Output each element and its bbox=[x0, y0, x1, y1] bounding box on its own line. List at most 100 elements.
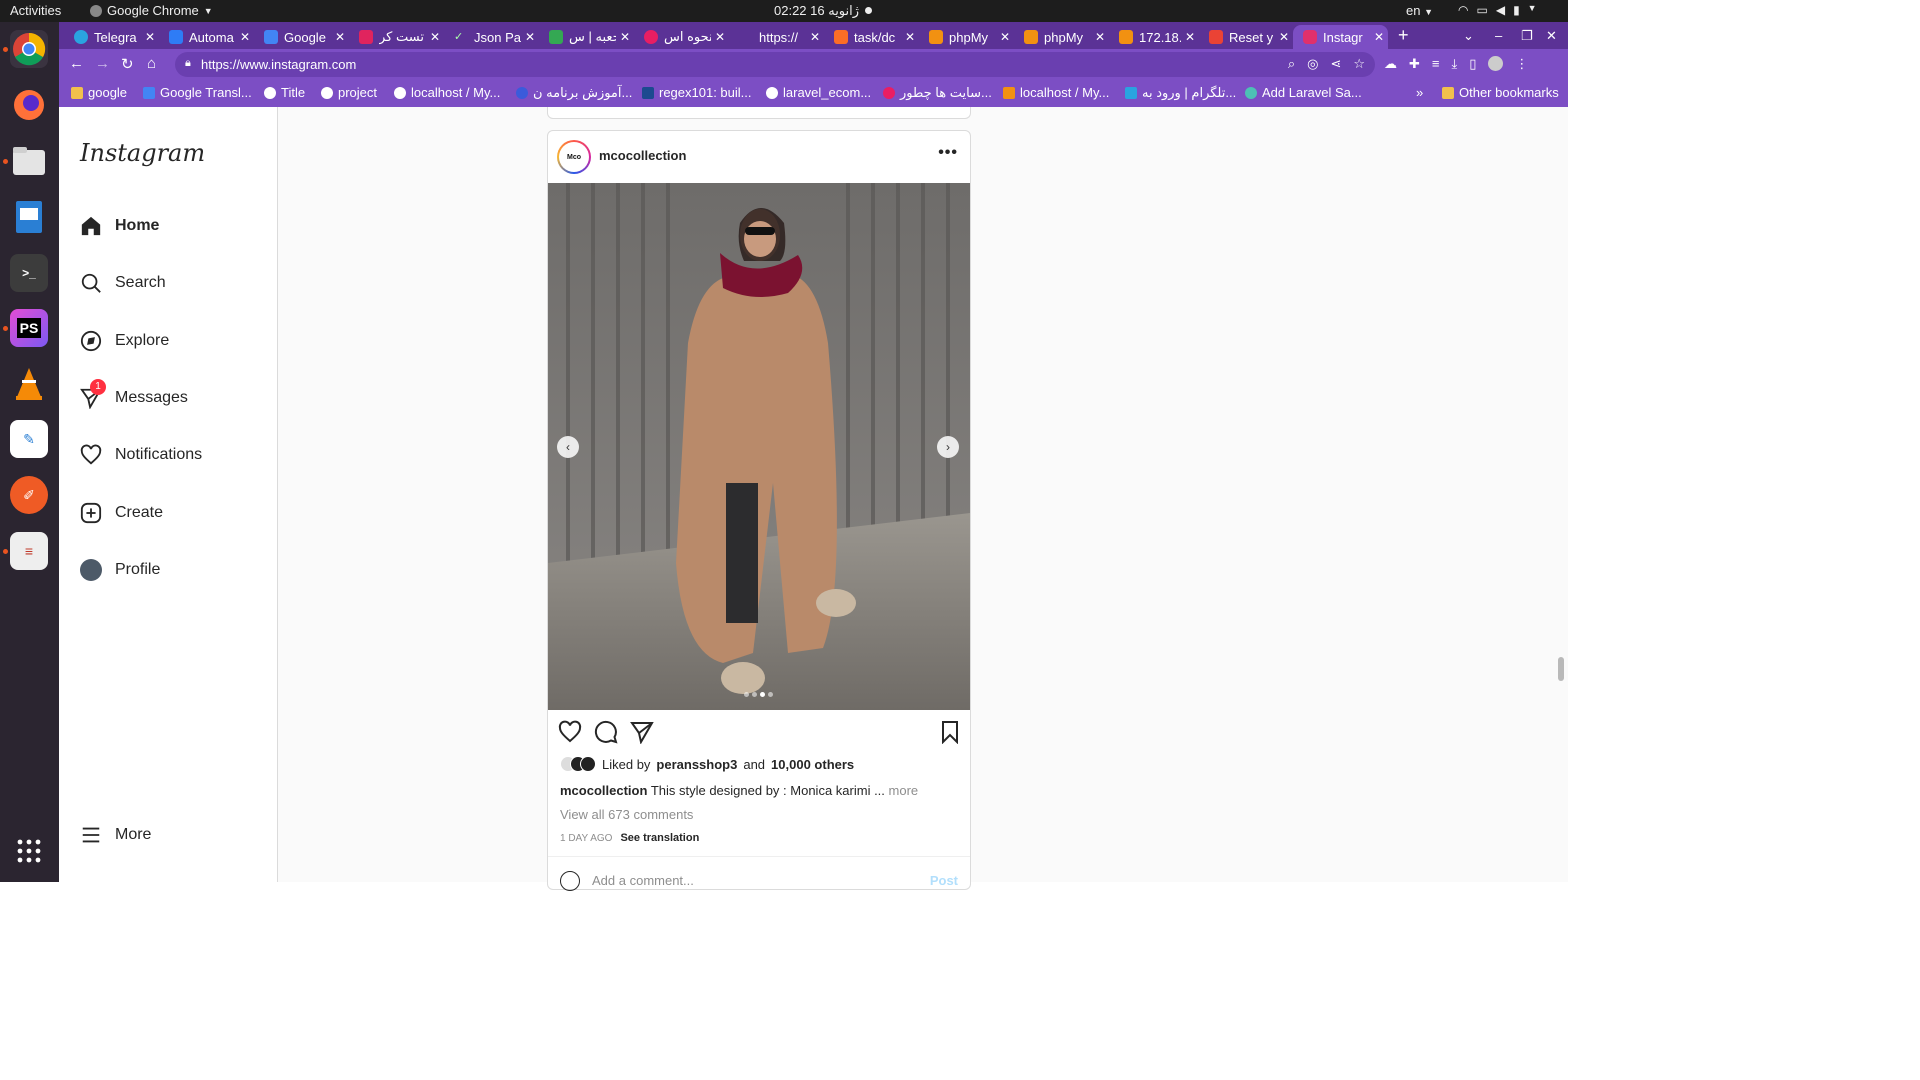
see-translation-link[interactable]: See translation bbox=[620, 832, 699, 844]
tab-phpmyadmin-2[interactable]: phpMy ✕ bbox=[1014, 25, 1109, 49]
bookmark-laravel-ecom[interactable]: laravel_ecom... bbox=[766, 85, 871, 100]
close-icon[interactable]: ✕ bbox=[1370, 30, 1388, 44]
firefox-dock-icon[interactable] bbox=[10, 86, 48, 124]
terminal-dock-icon[interactable]: >_ bbox=[10, 254, 48, 292]
tab-phpmyadmin-1[interactable]: phpMy ✕ bbox=[919, 25, 1014, 49]
bookmarks-overflow-icon[interactable]: » bbox=[1416, 85, 1423, 100]
bookmark-localhost-2[interactable]: localhost / My... bbox=[1003, 85, 1109, 100]
files-dock-icon[interactable] bbox=[10, 142, 48, 180]
carousel-next-icon[interactable]: › bbox=[937, 436, 959, 458]
tab-telegram[interactable]: Telegra ✕ bbox=[64, 25, 159, 49]
nav-home[interactable]: Home bbox=[80, 211, 159, 241]
lock-icon[interactable]: 🔒︎ bbox=[185, 57, 191, 70]
close-icon[interactable]: ✕ bbox=[1091, 30, 1109, 44]
close-icon[interactable]: ✕ bbox=[331, 30, 349, 44]
tab-box[interactable]: جعبه | س ✕ bbox=[539, 25, 634, 49]
minimize-icon[interactable]: ‒ bbox=[1495, 28, 1502, 43]
close-icon[interactable]: ✕ bbox=[141, 30, 159, 44]
bookmark-project[interactable]: project bbox=[321, 85, 377, 100]
other-bookmarks[interactable]: Other bookmarks bbox=[1442, 85, 1559, 100]
liked-others[interactable]: 10,000 others bbox=[771, 757, 854, 772]
bookmark-google-translate[interactable]: Google Transl... bbox=[143, 85, 252, 100]
view-comments-link[interactable]: View all 673 comments bbox=[560, 807, 693, 822]
address-bar[interactable]: 🔒︎ https://www.instagram.com ⌕ ◎ ⋖ ☆ bbox=[175, 52, 1375, 77]
close-icon[interactable]: ✕ bbox=[426, 30, 444, 44]
nav-search[interactable]: Search bbox=[80, 268, 166, 298]
extension-cloud-icon[interactable]: ☁ bbox=[1384, 56, 1397, 72]
new-tab-icon[interactable]: + bbox=[1398, 25, 1409, 46]
phpstorm-dock-icon[interactable]: PS bbox=[10, 309, 48, 347]
close-icon[interactable]: ✕ bbox=[711, 30, 729, 44]
profile-avatar-icon[interactable] bbox=[1488, 56, 1504, 71]
home-icon[interactable]: ⌂ bbox=[147, 55, 156, 72]
vlc-dock-icon[interactable] bbox=[10, 365, 48, 403]
bookmark-title[interactable]: Title bbox=[264, 85, 305, 100]
close-icon[interactable]: ✕ bbox=[1181, 30, 1199, 44]
back-arrow-icon[interactable]: ← bbox=[69, 55, 84, 72]
close-icon[interactable]: ✕ bbox=[616, 30, 634, 44]
bookmark-star-icon[interactable]: ☆ bbox=[1353, 56, 1365, 72]
reload-icon[interactable]: ↻ bbox=[121, 55, 134, 73]
page-scrollbar[interactable] bbox=[1558, 657, 1564, 681]
post-photo[interactable]: ‹ › bbox=[548, 183, 970, 710]
tab-instagram[interactable]: Instagr ✕ bbox=[1293, 25, 1388, 49]
tab-ip[interactable]: 172.18. ✕ bbox=[1109, 25, 1199, 49]
tab-automa[interactable]: Automa ✕ bbox=[159, 25, 254, 49]
bookmark-laravel-sail[interactable]: Add Laravel Sa... bbox=[1245, 85, 1362, 100]
writer-dock-icon[interactable] bbox=[10, 198, 48, 236]
close-icon[interactable]: ✕ bbox=[806, 30, 824, 44]
tab-https[interactable]: https:// ✕ bbox=[729, 25, 824, 49]
tab-howto[interactable]: نحوه اس ✕ bbox=[634, 25, 729, 49]
nav-create[interactable]: Create bbox=[80, 498, 163, 528]
zoom-icon[interactable]: ⌕ bbox=[1288, 56, 1295, 72]
bookmark-telegram-login[interactable]: تلگرام | ورود به... bbox=[1125, 85, 1236, 101]
tab-json-parser[interactable]: ✓ Json Pa ✕ bbox=[444, 25, 539, 49]
more-options-icon[interactable]: ••• bbox=[938, 144, 958, 162]
post-username[interactable]: mcocollection bbox=[599, 148, 686, 163]
like-heart-icon[interactable] bbox=[558, 720, 584, 746]
download-icon[interactable]: ⤓ bbox=[1452, 56, 1458, 72]
show-apps-icon[interactable] bbox=[10, 832, 48, 870]
bookmark-google[interactable]: google bbox=[71, 85, 127, 100]
emoji-icon[interactable] bbox=[560, 871, 580, 891]
restore-icon[interactable]: ❐ bbox=[1521, 28, 1533, 44]
close-icon[interactable]: ✕ bbox=[236, 30, 254, 44]
activities-button[interactable]: Activities bbox=[10, 3, 61, 18]
eye-off-icon[interactable]: ◎ bbox=[1307, 56, 1318, 72]
tab-google[interactable]: Google ✕ bbox=[254, 25, 349, 49]
forward-arrow-icon[interactable]: → bbox=[95, 55, 110, 72]
nav-notifications[interactable]: Notifications bbox=[80, 440, 202, 470]
chrome-dock-icon[interactable] bbox=[10, 30, 48, 68]
share-icon[interactable] bbox=[630, 720, 656, 746]
post-author-avatar[interactable]: Mco bbox=[557, 140, 591, 174]
clock[interactable]: 02:22 16 ژانویه bbox=[774, 3, 859, 19]
bookmark-sites[interactable]: سایت ها چطور... bbox=[883, 85, 992, 101]
document-viewer-dock-icon[interactable]: ≡ bbox=[10, 532, 48, 570]
postman-dock-icon[interactable]: ✐ bbox=[10, 476, 48, 514]
close-icon[interactable]: ✕ bbox=[901, 30, 919, 44]
kebab-menu-icon[interactable]: ⋮ bbox=[1515, 56, 1528, 72]
nav-profile[interactable]: Profile bbox=[80, 555, 160, 585]
close-icon[interactable]: ✕ bbox=[1275, 30, 1293, 44]
share-icon[interactable]: ⋖ bbox=[1330, 56, 1341, 72]
save-bookmark-icon[interactable] bbox=[938, 720, 964, 746]
tab-search-chevron-icon[interactable]: ⌄ bbox=[1463, 28, 1474, 44]
tab-test[interactable]: تست کر ✕ bbox=[349, 25, 444, 49]
comment-input[interactable]: Add a comment... bbox=[592, 873, 694, 888]
system-tray[interactable]: ◠ ▭ ◀ ▮ ▼ bbox=[1458, 3, 1537, 17]
liker-avatars[interactable] bbox=[560, 756, 596, 772]
app-menu[interactable]: Google Chrome ▼ bbox=[90, 3, 213, 18]
instagram-logo[interactable]: Instagram bbox=[80, 139, 205, 167]
media-queue-icon[interactable]: ≡ bbox=[1432, 56, 1440, 72]
puzzle-icon[interactable]: ✚ bbox=[1409, 56, 1420, 72]
post-comment-button[interactable]: Post bbox=[930, 873, 958, 888]
nav-more[interactable]: More bbox=[80, 820, 151, 850]
close-icon[interactable]: ✕ bbox=[996, 30, 1014, 44]
language-indicator[interactable]: en ▼ bbox=[1406, 3, 1433, 18]
comment-icon[interactable] bbox=[594, 720, 620, 746]
nav-messages[interactable]: 1 Messages bbox=[80, 379, 188, 413]
caption-username[interactable]: mcocollection bbox=[560, 783, 647, 798]
bookmark-programming[interactable]: آموزش برنامه ن... bbox=[516, 85, 632, 101]
close-window-icon[interactable]: ✕ bbox=[1546, 28, 1557, 44]
close-icon[interactable]: ✕ bbox=[521, 30, 539, 44]
